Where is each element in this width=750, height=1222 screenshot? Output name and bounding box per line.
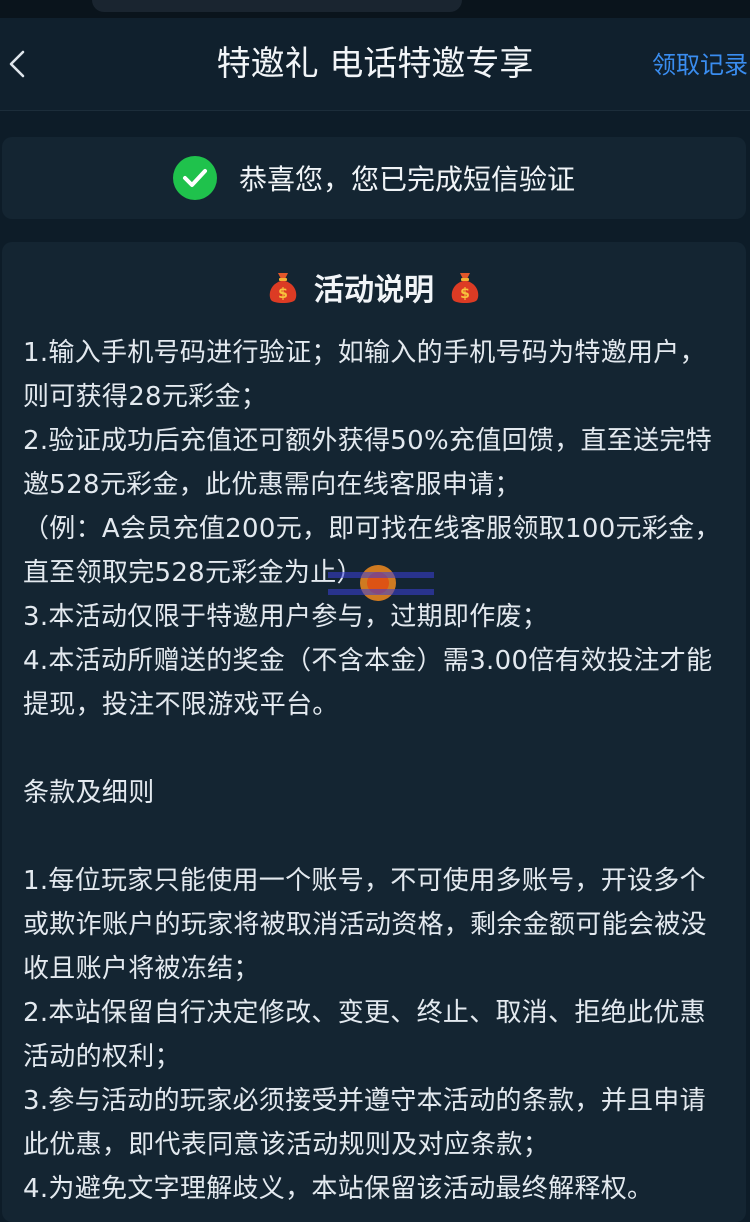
section-title: 活动说明 bbox=[314, 273, 434, 308]
page-title: 特邀礼 电话特邀专享 bbox=[216, 44, 534, 84]
term-item: 4.为避免文字理解歧义，本站保留该活动最终解释权。 bbox=[23, 1174, 654, 1204]
verify-message: 恭喜您，您已完成短信验证 bbox=[238, 163, 575, 196]
rule-item: 1.输入手机号码进行验证；如输入的手机号码为特邀用户，则可获得28元彩金； bbox=[23, 338, 706, 412]
status-pill bbox=[92, 0, 462, 12]
check-circle-icon bbox=[172, 156, 217, 200]
verify-status-card: 恭喜您，您已完成短信验证 bbox=[2, 137, 746, 219]
rule-item: 3.本活动仅限于特邀用户参与，过期即作废； bbox=[23, 602, 549, 632]
back-arrow-icon bbox=[9, 50, 25, 78]
term-item: 3.参与活动的玩家必须接受并遵守本活动的条款，并且申请此优惠，即代表同意该活动规… bbox=[23, 1086, 706, 1160]
term-item: 2.本站保留自行决定修改、变更、终止、取消、拒绝此优惠活动的权利； bbox=[23, 998, 706, 1072]
rule-example: （例：A会员充值200元，即可找在线客服领取100元彩金，直至领取完528元彩金… bbox=[23, 514, 721, 588]
status-strip bbox=[0, 0, 750, 18]
section-heading: $ 活动说明 $ bbox=[2, 264, 746, 310]
header-bar: 特邀礼 电话特邀专享 领取记录 bbox=[0, 18, 750, 111]
rule-item: 4.本活动所赠送的奖金（不含本金）需3.00倍有效投注才能提现，投注不限游戏平台… bbox=[23, 646, 713, 720]
svg-text:$: $ bbox=[460, 286, 470, 302]
money-bag-icon: $ bbox=[451, 273, 479, 303]
rule-item: 2.验证成功后充值还可额外获得50%充值回馈，直至送完特邀528元彩金，此优惠需… bbox=[23, 426, 712, 500]
records-link[interactable]: 领取记录 bbox=[652, 18, 748, 110]
svg-text:$: $ bbox=[278, 286, 288, 302]
terms-heading: 条款及细则 bbox=[23, 778, 155, 808]
term-item: 1.每位玩家只能使用一个账号，不可使用多账号，开设多个或欺诈账户的玩家将被取消活… bbox=[23, 866, 707, 984]
back-button[interactable] bbox=[2, 44, 32, 84]
money-bag-icon: $ bbox=[269, 273, 297, 303]
activity-card: $ 活动说明 $ 1.输入手机号码进行验证；如输入的手机号码为特邀用户，则可获得… bbox=[2, 242, 746, 1222]
